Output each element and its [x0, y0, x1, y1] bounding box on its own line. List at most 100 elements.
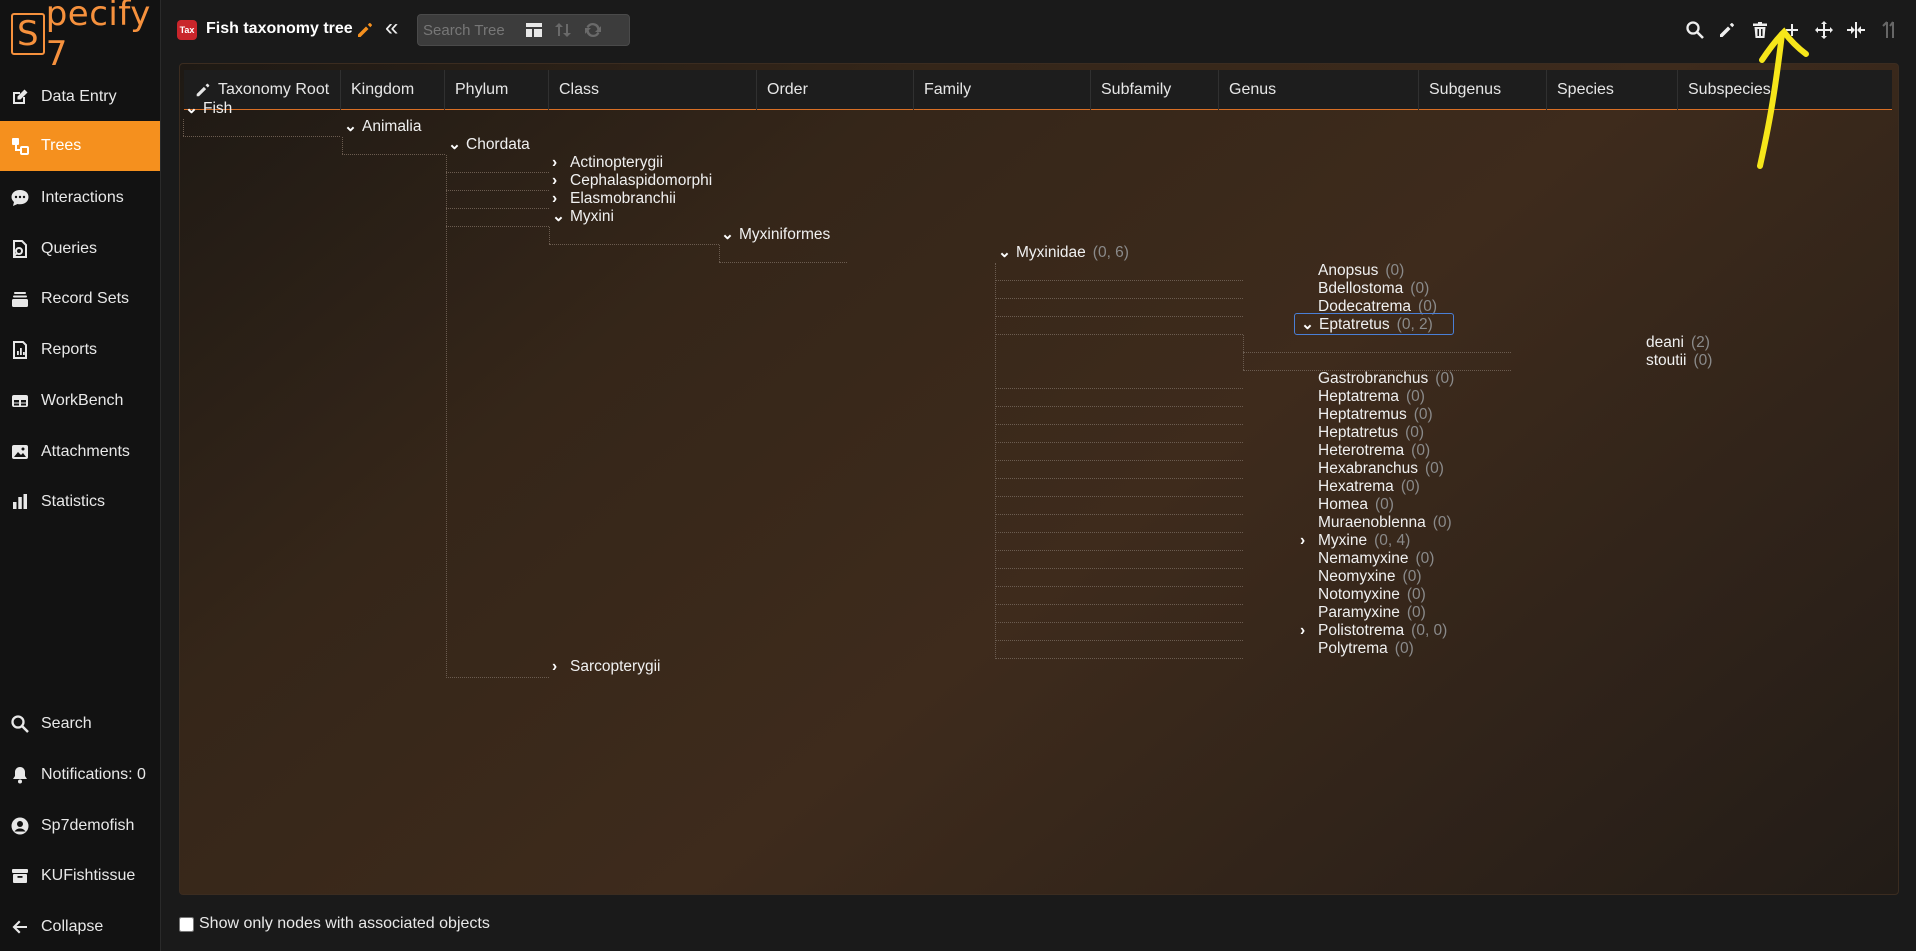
chevron-right-icon[interactable]: › [552, 656, 566, 678]
sidebar-item-queries[interactable]: Queries [0, 224, 160, 274]
rank-label: Taxonomy Root [218, 81, 330, 98]
edit-ranks-pencil-icon[interactable] [194, 81, 212, 99]
sidebar-item-label: Queries [41, 240, 98, 257]
sidebar-item-label: Interactions [41, 189, 124, 206]
image-icon [10, 442, 30, 462]
associated-objects-checkbox[interactable] [179, 916, 194, 932]
bell-icon [10, 765, 30, 785]
chevron-down-icon[interactable]: ⌄ [185, 98, 199, 120]
sidebar: S pecify 7 Data Entry Trees Interactions… [0, 0, 161, 951]
tree-node[interactable]: ⌄ Myxinidae (0, 6) [998, 242, 1129, 264]
sidebar-item-user[interactable]: Sp7demofish [0, 801, 160, 851]
chevron-down-icon[interactable]: ⌄ [998, 242, 1012, 264]
archive-icon [10, 866, 30, 886]
logo-initial: S [11, 13, 45, 55]
sidebar-item-label: Statistics [41, 493, 106, 510]
sidebar-item-data-entry[interactable]: Data Entry [0, 72, 160, 122]
checkbox-label: Show only nodes with associated objects [199, 915, 490, 932]
chevron-down-icon[interactable]: ⌄ [552, 206, 566, 228]
edit-icon[interactable] [1716, 19, 1738, 41]
edit-tree-pencil-icon[interactable] [355, 20, 375, 40]
specify-logo[interactable]: S pecify 7 [11, 0, 160, 74]
tree-node[interactable]: ⌄ Myxini [552, 206, 614, 228]
tree-node[interactable]: › Sarcopterygii [552, 656, 660, 678]
sidebar-item-search[interactable]: Search [0, 699, 160, 749]
rank-class[interactable]: Class [548, 70, 756, 110]
table-icon [10, 391, 30, 411]
rank-label: Genus [1229, 81, 1277, 98]
rank-kingdom[interactable]: Kingdom [340, 70, 444, 110]
arrow-left-icon [10, 917, 30, 937]
sidebar-item-label: WorkBench [41, 392, 124, 409]
merge-icon[interactable] [1845, 19, 1867, 41]
pencil-square-icon [10, 87, 30, 107]
rank-family[interactable]: Family [913, 70, 1090, 110]
search-icon[interactable] [1684, 19, 1706, 41]
sidebar-item-label: Data Entry [41, 88, 117, 105]
chat-icon [10, 188, 30, 208]
annotation-arrow [1757, 27, 1809, 169]
search-icon [10, 714, 30, 734]
chevron-down-icon[interactable]: ⌄ [721, 224, 735, 246]
chevron-right-icon[interactable]: › [1300, 530, 1314, 552]
tree-icon [10, 136, 30, 156]
chevron-down-icon[interactable]: ⌄ [1301, 314, 1315, 336]
tree-node-focused[interactable]: ⌄ Eptatretus (0, 2) [1294, 313, 1454, 335]
sync-icon[interactable] [582, 19, 604, 41]
sort-icon[interactable] [552, 19, 574, 41]
page-title: Fish taxonomy tree [206, 20, 353, 37]
rank-label: Subgenus [1429, 81, 1502, 98]
sidebar-item-collection[interactable]: KUFishtissue [0, 851, 160, 901]
rank-species[interactable]: Species [1546, 70, 1677, 110]
taxon-badge: Tax [177, 20, 197, 40]
rank-label: Family [924, 81, 972, 98]
user-icon [10, 816, 30, 836]
tree-node[interactable]: ⌄ Animalia [344, 116, 421, 138]
sidebar-item-notifications[interactable]: Notifications: 0 [0, 750, 160, 800]
rank-label: Order [767, 81, 808, 98]
chevron-right-icon[interactable]: › [1300, 620, 1314, 642]
bar-chart-icon [10, 492, 30, 512]
tree-node[interactable]: Polytrema (0) [1318, 638, 1414, 660]
chevron-down-icon[interactable]: ⌄ [344, 116, 358, 138]
sidebar-item-statistics[interactable]: Statistics [0, 477, 160, 527]
sidebar-item-collapse[interactable]: Collapse [0, 902, 160, 951]
sidebar-item-label: Notifications: 0 [41, 766, 146, 783]
tree-node[interactable]: ⌄ Fish [185, 98, 232, 120]
sidebar-item-interactions[interactable]: Interactions [0, 173, 160, 223]
logo-text: pecify 7 [45, 0, 151, 74]
tree-toolbar: Tax Fish taxonomy tree « [161, 0, 1916, 60]
tree-node[interactable]: ⌄ Chordata [448, 134, 530, 156]
sidebar-item-label: Sp7demofish [41, 817, 135, 834]
associated-objects-filter[interactable]: Show only nodes with associated objects [179, 915, 490, 933]
rank-order[interactable]: Order [756, 70, 913, 110]
rank-phylum[interactable]: Phylum [444, 70, 548, 110]
rank-subgenus[interactable]: Subgenus [1418, 70, 1546, 110]
sidebar-item-label: KUFishtissue [41, 867, 136, 884]
stack-icon [10, 289, 30, 309]
sidebar-item-label: Record Sets [41, 290, 130, 307]
sidebar-item-attachments[interactable]: Attachments [0, 427, 160, 477]
rank-label: Kingdom [351, 81, 415, 98]
layout-icon[interactable] [523, 19, 545, 41]
rank-label: Subfamily [1101, 81, 1172, 98]
sidebar-item-label: Trees [41, 137, 82, 154]
chevron-down-icon[interactable]: ⌄ [448, 134, 462, 156]
sidebar-item-trees[interactable]: Trees [0, 121, 160, 171]
double-chevron-left-icon[interactable]: « [385, 16, 407, 40]
sidebar-item-record-sets[interactable]: Record Sets [0, 274, 160, 324]
rank-header: Taxonomy Root Kingdom Phylum Class Order… [184, 70, 1892, 110]
sidebar-item-reports[interactable]: Reports [0, 325, 160, 375]
query-icon [10, 239, 30, 259]
rank-subfamily[interactable]: Subfamily [1090, 70, 1218, 110]
tree-node[interactable]: stoutii (0) [1646, 350, 1712, 372]
sidebar-item-label: Search [41, 715, 92, 732]
rank-label: Phylum [455, 81, 509, 98]
report-icon [10, 340, 30, 360]
tree-panel: Taxonomy Root Kingdom Phylum Class Order… [179, 63, 1899, 895]
sidebar-item-label: Collapse [41, 918, 104, 935]
tree-node[interactable]: ⌄ Myxiniformes [721, 224, 830, 246]
sidebar-item-workbench[interactable]: WorkBench [0, 376, 160, 426]
synonym-icon[interactable] [1877, 19, 1899, 41]
rank-genus[interactable]: Genus [1218, 70, 1418, 110]
